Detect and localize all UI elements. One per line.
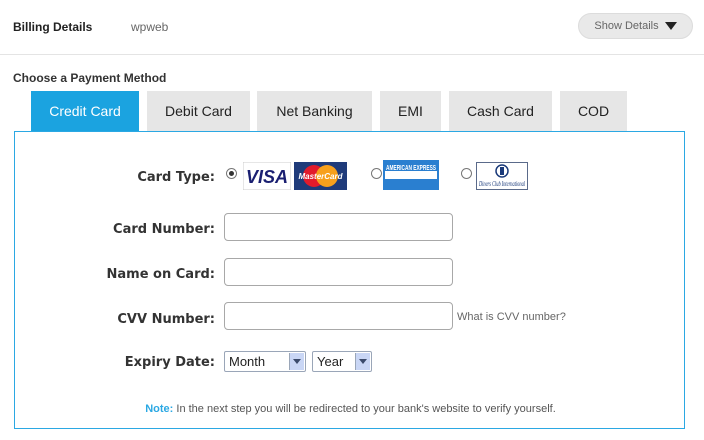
- mastercard-logo: MasterCard: [294, 162, 347, 190]
- expiry-year-select[interactable]: Year: [312, 351, 372, 372]
- expiry-month-value: Month: [229, 354, 266, 369]
- mastercard-logo-text: MasterCard: [298, 172, 343, 181]
- show-details-label: Show Details: [594, 20, 659, 32]
- credit-card-panel: Card Type: VISA MasterCard AMERICAN EXPR…: [14, 131, 685, 429]
- card-type-diners-radio[interactable]: [461, 168, 472, 179]
- diners-club-logo: Diners Club International: [476, 162, 528, 190]
- tab-emi[interactable]: EMI: [380, 91, 441, 131]
- triangle-down-icon: [664, 22, 677, 30]
- cvv-label: CVV Number:: [117, 312, 215, 327]
- merchant-name: wpweb: [131, 20, 169, 34]
- tab-cash-card[interactable]: Cash Card: [449, 91, 552, 131]
- tab-debit-card[interactable]: Debit Card: [147, 91, 250, 131]
- card-type-label: Card Type:: [137, 170, 215, 185]
- redirect-note: Note: In the next step you will be redir…: [15, 403, 686, 415]
- visa-logo: VISA: [243, 162, 291, 190]
- tab-cod[interactable]: COD: [560, 91, 627, 131]
- choose-payment-heading: Choose a Payment Method: [13, 71, 167, 85]
- chevron-down-icon: [289, 353, 304, 370]
- card-type-visa-mastercard-radio[interactable]: [226, 168, 237, 179]
- expiry-date-label: Expiry Date:: [124, 355, 215, 370]
- card-number-input[interactable]: [224, 213, 453, 241]
- tab-net-banking[interactable]: Net Banking: [257, 91, 372, 131]
- note-prefix: Note:: [145, 403, 174, 415]
- chevron-down-icon: [355, 353, 370, 370]
- name-on-card-input[interactable]: [224, 258, 453, 286]
- amex-logo-text: AMERICAN EXPRESS: [386, 163, 436, 172]
- diners-logo-text: Diners Club International: [478, 180, 525, 188]
- show-details-button[interactable]: Show Details: [578, 13, 693, 39]
- billing-details-title: Billing Details: [13, 20, 93, 34]
- tab-credit-card[interactable]: Credit Card: [31, 91, 139, 131]
- expiry-month-select[interactable]: Month: [224, 351, 306, 372]
- name-on-card-label: Name on Card:: [106, 267, 215, 282]
- cvv-help-link[interactable]: What is CVV number?: [457, 311, 566, 323]
- note-text: In the next step you will be redirected …: [173, 403, 556, 415]
- cvv-input[interactable]: [224, 302, 453, 330]
- expiry-year-value: Year: [317, 354, 344, 369]
- billing-header: Billing Details wpweb Show Details: [0, 0, 704, 55]
- visa-logo-text: VISA: [246, 167, 288, 187]
- card-number-label: Card Number:: [113, 222, 215, 237]
- amex-logo: AMERICAN EXPRESS: [383, 160, 439, 190]
- card-type-amex-radio[interactable]: [371, 168, 382, 179]
